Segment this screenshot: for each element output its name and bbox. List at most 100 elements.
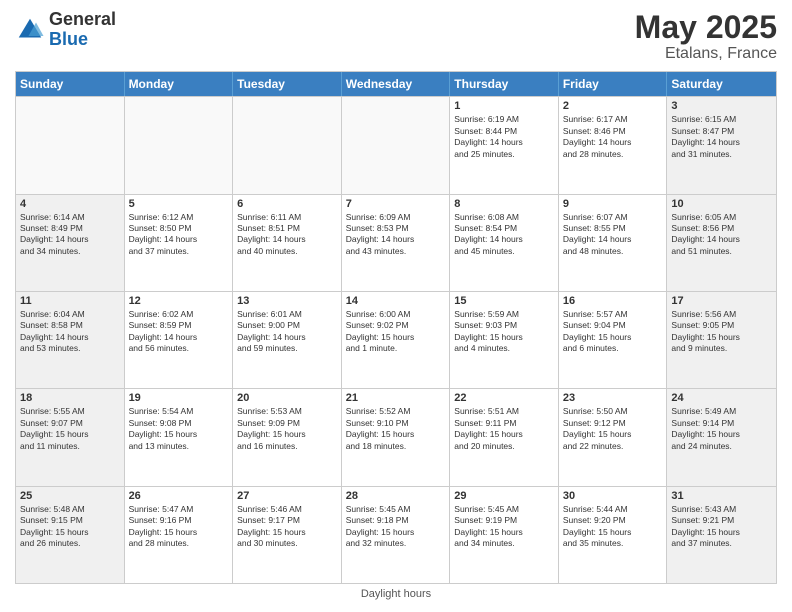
day-number: 3 — [671, 100, 772, 112]
day-number: 28 — [346, 490, 446, 502]
cell-text: Sunrise: 5:45 AM Sunset: 9:19 PM Dayligh… — [454, 504, 554, 550]
day-number: 17 — [671, 295, 772, 307]
day-number: 6 — [237, 198, 337, 210]
cell-text: Sunrise: 5:46 AM Sunset: 9:17 PM Dayligh… — [237, 504, 337, 550]
cell-text: Sunrise: 5:43 AM Sunset: 9:21 PM Dayligh… — [671, 504, 772, 550]
calendar-header-monday: Monday — [125, 72, 234, 96]
cell-text: Sunrise: 6:07 AM Sunset: 8:55 PM Dayligh… — [563, 212, 663, 258]
day-number: 23 — [563, 392, 663, 404]
day-number: 14 — [346, 295, 446, 307]
calendar-header-row: SundayMondayTuesdayWednesdayThursdayFrid… — [16, 72, 776, 96]
day-number: 24 — [671, 392, 772, 404]
calendar-cell: 26 Sunrise: 5:47 AM Sunset: 9:16 PM Dayli… — [125, 487, 234, 583]
cell-text: Sunrise: 5:45 AM Sunset: 9:18 PM Dayligh… — [346, 504, 446, 550]
calendar-header-sunday: Sunday — [16, 72, 125, 96]
cell-text: Sunrise: 5:47 AM Sunset: 9:16 PM Dayligh… — [129, 504, 229, 550]
calendar-cell — [125, 97, 234, 193]
cell-text: Sunrise: 5:54 AM Sunset: 9:08 PM Dayligh… — [129, 406, 229, 452]
calendar: SundayMondayTuesdayWednesdayThursdayFrid… — [15, 71, 777, 584]
day-number: 8 — [454, 198, 554, 210]
cell-text: Sunrise: 5:56 AM Sunset: 9:05 PM Dayligh… — [671, 309, 772, 355]
calendar-cell — [342, 97, 451, 193]
cell-text: Sunrise: 5:51 AM Sunset: 9:11 PM Dayligh… — [454, 406, 554, 452]
calendar-cell — [16, 97, 125, 193]
calendar-body: 1 Sunrise: 6:19 AM Sunset: 8:44 PM Daylig… — [16, 96, 776, 583]
calendar-row-3: 18 Sunrise: 5:55 AM Sunset: 9:07 PM Dayli… — [16, 388, 776, 485]
calendar-row-0: 1 Sunrise: 6:19 AM Sunset: 8:44 PM Daylig… — [16, 96, 776, 193]
calendar-cell: 12Sunrise: 6:02 AM Sunset: 8:59 PM Dayli… — [125, 292, 234, 388]
calendar-cell: 16Sunrise: 5:57 AM Sunset: 9:04 PM Dayli… — [559, 292, 668, 388]
cell-text: Sunrise: 6:05 AM Sunset: 8:56 PM Dayligh… — [671, 212, 772, 258]
calendar-cell: 18 Sunrise: 5:55 AM Sunset: 9:07 PM Dayli… — [16, 389, 125, 485]
calendar-cell — [233, 97, 342, 193]
footer-text: Daylight hours — [361, 588, 431, 600]
calendar-row-4: 25 Sunrise: 5:48 AM Sunset: 9:15 PM Dayli… — [16, 486, 776, 583]
day-number: 2 — [563, 100, 663, 112]
calendar-cell: 7 Sunrise: 6:09 AM Sunset: 8:53 PM Daylig… — [342, 195, 451, 291]
calendar-cell: 17 Sunrise: 5:56 AM Sunset: 9:05 PM Dayli… — [667, 292, 776, 388]
calendar-cell: 2Sunrise: 6:17 AM Sunset: 8:46 PM Daylig… — [559, 97, 668, 193]
calendar-cell: 10Sunrise: 6:05 AM Sunset: 8:56 PM Dayli… — [667, 195, 776, 291]
cell-text: Sunrise: 6:15 AM Sunset: 8:47 PM Dayligh… — [671, 114, 772, 160]
day-number: 19 — [129, 392, 229, 404]
calendar-header-wednesday: Wednesday — [342, 72, 451, 96]
cell-text: Sunrise: 5:44 AM Sunset: 9:20 PM Dayligh… — [563, 504, 663, 550]
cell-text: Sunrise: 6:19 AM Sunset: 8:44 PM Dayligh… — [454, 114, 554, 160]
logo-blue-text: Blue — [49, 30, 116, 50]
cell-text: Sunrise: 5:49 AM Sunset: 9:14 PM Dayligh… — [671, 406, 772, 452]
calendar-cell: 9Sunrise: 6:07 AM Sunset: 8:55 PM Daylig… — [559, 195, 668, 291]
day-number: 26 — [129, 490, 229, 502]
calendar-cell: 24 Sunrise: 5:49 AM Sunset: 9:14 PM Dayli… — [667, 389, 776, 485]
day-number: 11 — [20, 295, 120, 307]
header: General Blue May 2025 Etalans, France — [15, 10, 777, 63]
main-title: May 2025 — [635, 10, 777, 45]
logo-general-text: General — [49, 10, 116, 30]
cell-text: Sunrise: 6:12 AM Sunset: 8:50 PM Dayligh… — [129, 212, 229, 258]
calendar-cell: 25 Sunrise: 5:48 AM Sunset: 9:15 PM Dayli… — [16, 487, 125, 583]
day-number: 18 — [20, 392, 120, 404]
calendar-header-thursday: Thursday — [450, 72, 559, 96]
day-number: 15 — [454, 295, 554, 307]
page: General Blue May 2025 Etalans, France Su… — [0, 0, 792, 612]
calendar-cell: 28 Sunrise: 5:45 AM Sunset: 9:18 PM Dayli… — [342, 487, 451, 583]
footer-note: Daylight hours — [15, 584, 777, 602]
title-block: May 2025 Etalans, France — [635, 10, 777, 63]
day-number: 21 — [346, 392, 446, 404]
cell-text: Sunrise: 6:09 AM Sunset: 8:53 PM Dayligh… — [346, 212, 446, 258]
calendar-row-2: 11Sunrise: 6:04 AM Sunset: 8:58 PM Dayli… — [16, 291, 776, 388]
day-number: 25 — [20, 490, 120, 502]
day-number: 27 — [237, 490, 337, 502]
cell-text: Sunrise: 5:50 AM Sunset: 9:12 PM Dayligh… — [563, 406, 663, 452]
calendar-cell: 1 Sunrise: 6:19 AM Sunset: 8:44 PM Daylig… — [450, 97, 559, 193]
cell-text: Sunrise: 6:01 AM Sunset: 9:00 PM Dayligh… — [237, 309, 337, 355]
cell-text: Sunrise: 6:08 AM Sunset: 8:54 PM Dayligh… — [454, 212, 554, 258]
day-number: 29 — [454, 490, 554, 502]
day-number: 31 — [671, 490, 772, 502]
calendar-header-saturday: Saturday — [667, 72, 776, 96]
calendar-cell: 5 Sunrise: 6:12 AM Sunset: 8:50 PM Daylig… — [125, 195, 234, 291]
cell-text: Sunrise: 5:52 AM Sunset: 9:10 PM Dayligh… — [346, 406, 446, 452]
calendar-cell: 6Sunrise: 6:11 AM Sunset: 8:51 PM Daylig… — [233, 195, 342, 291]
calendar-header-friday: Friday — [559, 72, 668, 96]
day-number: 12 — [129, 295, 229, 307]
day-number: 1 — [454, 100, 554, 112]
day-number: 30 — [563, 490, 663, 502]
cell-text: Sunrise: 5:53 AM Sunset: 9:09 PM Dayligh… — [237, 406, 337, 452]
calendar-cell: 20 Sunrise: 5:53 AM Sunset: 9:09 PM Dayli… — [233, 389, 342, 485]
day-number: 22 — [454, 392, 554, 404]
calendar-cell: 22 Sunrise: 5:51 AM Sunset: 9:11 PM Dayli… — [450, 389, 559, 485]
day-number: 20 — [237, 392, 337, 404]
day-number: 5 — [129, 198, 229, 210]
logo-text: General Blue — [49, 10, 116, 50]
logo: General Blue — [15, 10, 116, 50]
calendar-cell: 13Sunrise: 6:01 AM Sunset: 9:00 PM Dayli… — [233, 292, 342, 388]
calendar-cell: 31 Sunrise: 5:43 AM Sunset: 9:21 PM Dayli… — [667, 487, 776, 583]
cell-text: Sunrise: 5:48 AM Sunset: 9:15 PM Dayligh… — [20, 504, 120, 550]
cell-text: Sunrise: 5:55 AM Sunset: 9:07 PM Dayligh… — [20, 406, 120, 452]
calendar-cell: 14Sunrise: 6:00 AM Sunset: 9:02 PM Dayli… — [342, 292, 451, 388]
calendar-cell: 30 Sunrise: 5:44 AM Sunset: 9:20 PM Dayli… — [559, 487, 668, 583]
calendar-cell: 11Sunrise: 6:04 AM Sunset: 8:58 PM Dayli… — [16, 292, 125, 388]
day-number: 7 — [346, 198, 446, 210]
calendar-cell: 15Sunrise: 5:59 AM Sunset: 9:03 PM Dayli… — [450, 292, 559, 388]
calendar-cell: 27 Sunrise: 5:46 AM Sunset: 9:17 PM Dayli… — [233, 487, 342, 583]
